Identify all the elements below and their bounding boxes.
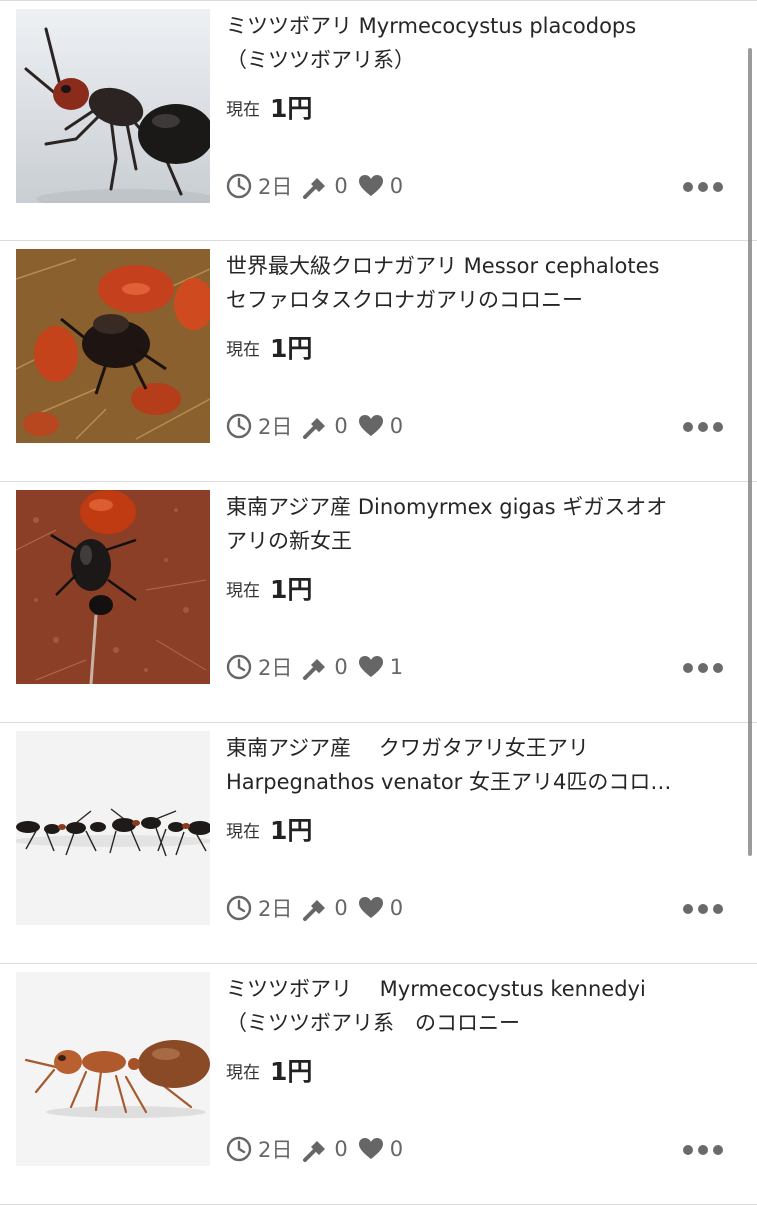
bid-count: 0 (334, 896, 348, 920)
gavel-icon (302, 173, 328, 199)
more-dots-icon[interactable] (683, 1140, 723, 1160)
listing-title-line2: Harpegnathos venator 女王アリ4匹のコロ… (226, 770, 672, 794)
price-label: 現在 (226, 339, 260, 360)
listing-item[interactable]: ミツツボアリ Myrmecocystus kennedyi （ミツツボアリ系 の… (0, 964, 757, 1205)
price-label: 現在 (226, 821, 260, 842)
bid-count: 0 (334, 655, 348, 679)
like-count: 0 (389, 896, 404, 920)
heart-icon[interactable] (358, 1136, 384, 1162)
listing-title-line1: 世界最大級クロナガアリ Messor cephalotes (226, 254, 660, 278)
heart-icon[interactable] (358, 413, 384, 439)
listing-item[interactable]: 世界最大級クロナガアリ Messor cephalotes セファロタスクロナガ… (0, 241, 757, 482)
listing-meta: 2日 0 0 (226, 893, 413, 923)
time-left: 2日 (258, 897, 293, 921)
clock-icon (226, 173, 252, 199)
more-dots-icon[interactable] (683, 899, 723, 919)
clock-icon (226, 654, 252, 680)
listing-title-line2: （ミツツボアリ系 のコロニー (226, 1011, 520, 1035)
price-value: 1円 (270, 334, 313, 363)
price-value: 1円 (270, 1057, 313, 1086)
listing-thumbnail[interactable] (16, 972, 210, 1166)
heart-icon[interactable] (358, 654, 384, 680)
listing-thumbnail[interactable] (16, 9, 210, 203)
price-row: 現在 1円 (226, 570, 312, 606)
listing-title-line1: 東南アジア産 Dinomyrmex gigas ギガスオオ (226, 495, 668, 519)
listing-item[interactable]: 東南アジア産 クワガタアリ女王アリ Harpegnathos venator 女… (0, 723, 757, 964)
listing-meta: 2日 0 1 (226, 652, 413, 682)
gavel-icon (302, 413, 328, 439)
gavel-icon (302, 895, 328, 921)
listing-title-line2: セファロタスクロナガアリのコロニー (226, 288, 583, 312)
time-left: 2日 (258, 656, 293, 680)
like-count: 0 (389, 1137, 404, 1161)
like-count: 0 (389, 414, 404, 438)
heart-icon[interactable] (358, 895, 384, 921)
time-left: 2日 (258, 175, 293, 199)
like-count: 1 (389, 655, 404, 679)
listing-meta: 2日 0 0 (226, 411, 413, 441)
clock-icon (226, 413, 252, 439)
bid-count: 0 (334, 1137, 348, 1161)
time-left: 2日 (258, 1138, 293, 1162)
bid-count: 0 (334, 174, 348, 198)
more-dots-icon[interactable] (683, 417, 723, 437)
price-value: 1円 (270, 575, 313, 604)
listing-title[interactable]: 東南アジア産 クワガタアリ女王アリ Harpegnathos venator 女… (226, 731, 726, 799)
listing-item[interactable]: ミツツボアリ Myrmecocystus placodops （ミツツボアリ系）… (0, 0, 757, 241)
gavel-icon (302, 654, 328, 680)
listing-title[interactable]: ミツツボアリ Myrmecocystus placodops （ミツツボアリ系） (226, 9, 726, 77)
listing-title[interactable]: 世界最大級クロナガアリ Messor cephalotes セファロタスクロナガ… (226, 249, 726, 317)
price-row: 現在 1円 (226, 1052, 312, 1088)
listing-thumbnail[interactable] (16, 249, 210, 443)
listing-title-line1: ミツツボアリ Myrmecocystus kennedyi (226, 977, 646, 1001)
time-left: 2日 (258, 415, 293, 439)
listing-title-line2: アリの新女王 (226, 529, 352, 553)
listing-title[interactable]: 東南アジア産 Dinomyrmex gigas ギガスオオ アリの新女王 (226, 490, 726, 558)
listing-meta: 2日 0 0 (226, 171, 413, 201)
listing-title-line2: （ミツツボアリ系） (226, 48, 415, 72)
listing-title-line1: ミツツボアリ Myrmecocystus placodops (226, 14, 637, 38)
heart-icon[interactable] (358, 173, 384, 199)
price-row: 現在 1円 (226, 89, 312, 125)
listing-title-line1: 東南アジア産 クワガタアリ女王アリ (226, 736, 589, 760)
more-dots-icon[interactable] (683, 658, 723, 678)
more-dots-icon[interactable] (683, 177, 723, 197)
gavel-icon (302, 1136, 328, 1162)
scrollbar[interactable] (748, 48, 752, 856)
clock-icon (226, 895, 252, 921)
listing-list: ミツツボアリ Myrmecocystus placodops （ミツツボアリ系）… (0, 0, 757, 1205)
clock-icon (226, 1136, 252, 1162)
price-row: 現在 1円 (226, 811, 312, 847)
listing-meta: 2日 0 0 (226, 1134, 413, 1164)
price-label: 現在 (226, 580, 260, 601)
price-row: 現在 1円 (226, 329, 312, 365)
like-count: 0 (389, 174, 404, 198)
listing-thumbnail[interactable] (16, 731, 210, 925)
listing-thumbnail[interactable] (16, 490, 210, 684)
bid-count: 0 (334, 414, 348, 438)
price-label: 現在 (226, 1062, 260, 1083)
price-value: 1円 (270, 816, 313, 845)
listing-title[interactable]: ミツツボアリ Myrmecocystus kennedyi （ミツツボアリ系 の… (226, 972, 726, 1040)
price-label: 現在 (226, 99, 260, 120)
listing-item[interactable]: 東南アジア産 Dinomyrmex gigas ギガスオオ アリの新女王 現在 … (0, 482, 757, 723)
price-value: 1円 (270, 94, 313, 123)
